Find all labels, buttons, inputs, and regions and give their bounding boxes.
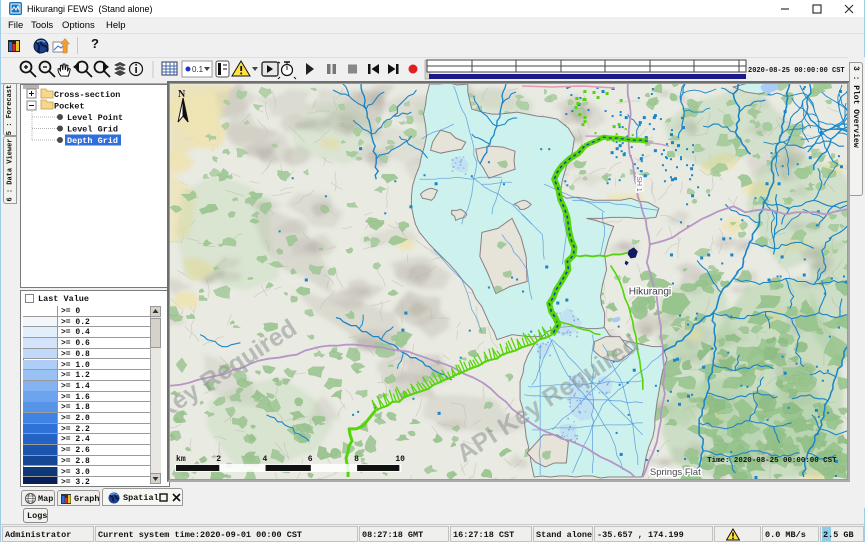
svg-text:8: 8 xyxy=(354,455,359,464)
svg-text:6: 6 xyxy=(308,455,313,464)
svg-text:Level Point: Level Point xyxy=(67,113,123,123)
svg-text:10: 10 xyxy=(395,455,405,464)
svg-text:Hikurangi: Hikurangi xyxy=(629,287,671,298)
svg-text:0.1: 0.1 xyxy=(192,65,204,74)
svg-text:2: 2 xyxy=(216,455,221,464)
svg-text:N: N xyxy=(178,89,186,100)
svg-text:km: km xyxy=(176,455,186,464)
svg-text:Depth Grid: Depth Grid xyxy=(67,136,118,146)
svg-text:SH 1: SH 1 xyxy=(635,176,642,192)
svg-text:Time: 2020-08-25 00:00:00 CST: Time: 2020-08-25 00:00:00 CST xyxy=(707,457,837,465)
svg-text:Cross-section: Cross-section xyxy=(54,90,120,100)
svg-text:Level Grid: Level Grid xyxy=(67,125,118,135)
svg-text:4: 4 xyxy=(263,455,268,464)
svg-text:Pocket: Pocket xyxy=(54,102,85,112)
svg-text:Springs Flat: Springs Flat xyxy=(650,467,701,478)
svg-text:2020-08-25 00:00:00 CST: 2020-08-25 00:00:00 CST xyxy=(748,67,845,75)
